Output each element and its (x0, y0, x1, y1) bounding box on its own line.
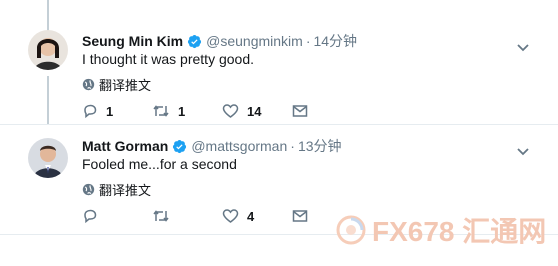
handle[interactable]: @mattsgorman (191, 138, 287, 154)
retweet-icon (153, 210, 169, 222)
heart-icon (222, 209, 239, 223)
like-count: 14 (247, 103, 262, 119)
avatar[interactable] (28, 138, 68, 178)
verified-icon (187, 34, 202, 49)
reply-button[interactable] (82, 208, 152, 224)
heart-icon (222, 104, 239, 118)
dm-button[interactable] (292, 104, 332, 118)
envelope-icon (292, 210, 308, 222)
tweet-header: Seung Min Kim @seungminkim · 14分钟 (82, 31, 357, 51)
timestamp[interactable]: 13分钟 (298, 136, 342, 156)
tweet-actions: 1 1 14 (82, 103, 332, 119)
tweet-actions: 4 (82, 208, 332, 224)
translate-label: 翻译推文 (99, 183, 152, 198)
fx678-logo-icon (336, 215, 366, 245)
retweet-icon (153, 105, 169, 117)
retweet-button[interactable] (152, 208, 222, 224)
thread-line (47, 76, 49, 124)
translate-label: 翻译推文 (99, 78, 152, 93)
tweet-divider (0, 124, 558, 125)
translate-link[interactable]: 翻译推文 (82, 180, 151, 199)
separator: · (290, 138, 295, 154)
verified-icon (172, 139, 187, 154)
reply-icon (84, 209, 97, 224)
like-button[interactable]: 14 (222, 103, 292, 119)
globe-icon (82, 78, 95, 91)
tweet-text: I thought it was pretty good. (82, 51, 254, 67)
reply-button[interactable]: 1 (82, 103, 152, 119)
watermark-text: FX678 汇通网 (372, 216, 547, 247)
reply-icon (84, 104, 97, 119)
retweet-button[interactable]: 1 (152, 103, 222, 119)
envelope-icon (292, 105, 308, 117)
like-count: 4 (247, 208, 255, 224)
tweet-header: Matt Gorman @mattsgorman · 13分钟 (82, 136, 342, 156)
display-name[interactable]: Matt Gorman (82, 138, 168, 154)
retweet-count: 1 (178, 103, 186, 119)
like-button[interactable]: 4 (222, 208, 292, 224)
globe-icon (82, 183, 95, 196)
translate-link[interactable]: 翻译推文 (82, 75, 151, 94)
display-name[interactable]: Seung Min Kim (82, 33, 183, 49)
chevron-down-icon[interactable] (516, 144, 530, 156)
watermark: FX678 汇通网 (336, 210, 546, 250)
handle[interactable]: @seungminkim (206, 33, 303, 49)
avatar[interactable] (28, 30, 68, 70)
separator: · (305, 33, 311, 49)
reply-count: 1 (106, 103, 114, 119)
dm-button[interactable] (292, 209, 332, 223)
thread-line-top (47, 0, 49, 32)
timestamp[interactable]: 14分钟 (313, 31, 357, 51)
tweet-text: Fooled me...for a second (82, 156, 237, 172)
chevron-down-icon[interactable] (516, 40, 530, 52)
